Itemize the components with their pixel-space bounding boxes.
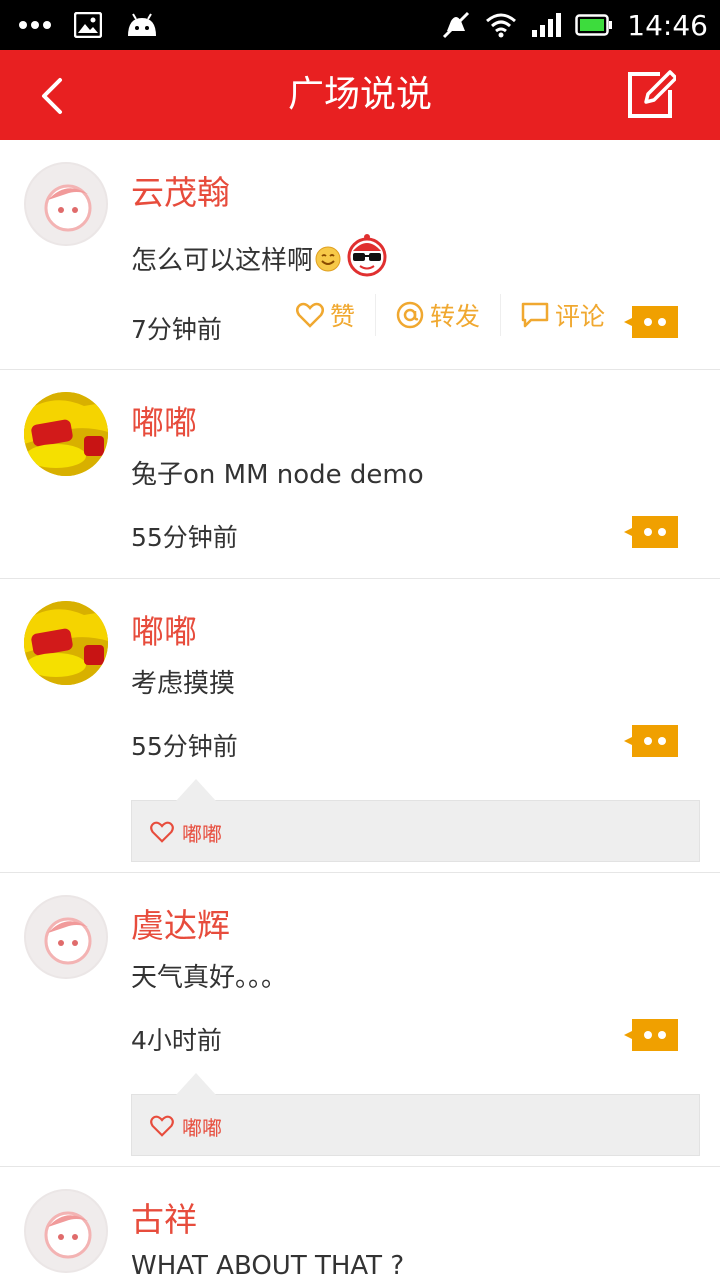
likes-pointer: [176, 779, 216, 801]
status-bar: 14:46: [0, 0, 720, 50]
avatar[interactable]: [24, 1189, 108, 1273]
post-text: 兔子on MM node demo: [131, 460, 424, 490]
smile-emoji-icon: [315, 246, 341, 271]
heart-icon: [150, 821, 174, 843]
feed-post: 虞达辉 天气真好。。。 4小时前 嘟嘟: [0, 873, 720, 1167]
default-avatar-icon: [44, 917, 92, 965]
post-time: 7分钟前: [131, 315, 222, 344]
post-text: 天气真好。。。: [131, 963, 288, 993]
more-notifications-icon: [19, 21, 51, 29]
post-actions: 赞 转发 评论: [276, 294, 625, 336]
feed-post: 古祥 WHAT ABOUT THAT ?: [0, 1167, 720, 1280]
app-header: 广场说说: [0, 50, 720, 140]
muted-icon: [443, 11, 470, 39]
more-options-button[interactable]: [624, 516, 678, 548]
post-time: 4小时前: [131, 1026, 222, 1055]
like-label: 赞: [330, 302, 356, 331]
comment-icon: [521, 302, 549, 328]
feed-post: 云茂翰 怎么可以这样啊 7分钟前 赞 转发 评论: [0, 140, 720, 370]
post-time: 55分钟前: [131, 732, 238, 761]
forward-label: 转发: [430, 302, 481, 331]
post-text: 怎么可以这样啊: [131, 246, 314, 276]
liker-name: 嘟嘟: [182, 821, 222, 846]
poster-name[interactable]: 虞达辉: [131, 899, 230, 947]
android-icon: [128, 13, 156, 36]
feed-list: 云茂翰 怎么可以这样啊 7分钟前 赞 转发 评论 嘟嘟 兔子on MM node…: [0, 140, 720, 1280]
feed-post: 嘟嘟 考虑摸摸 55分钟前 嘟嘟: [0, 579, 720, 873]
clock: 14:46: [627, 8, 708, 42]
likes-panel: 嘟嘟: [131, 1073, 700, 1157]
post-content: 怎么可以这样啊: [131, 233, 389, 277]
battery-icon: [575, 14, 613, 36]
avatar[interactable]: [24, 392, 108, 476]
poster-name[interactable]: 嘟嘟: [131, 396, 197, 444]
photo-avatar-icon: [24, 601, 108, 685]
avatar[interactable]: [24, 162, 108, 246]
avatar[interactable]: [24, 895, 108, 979]
signal-icon: [532, 13, 562, 37]
poster-name[interactable]: 古祥: [131, 1193, 197, 1241]
default-avatar-icon: [44, 184, 92, 232]
page-title: 广场说说: [287, 74, 432, 115]
poster-name[interactable]: 嘟嘟: [131, 605, 197, 653]
heart-icon: [296, 302, 324, 328]
more-options-button[interactable]: [624, 725, 678, 757]
feed-post: 嘟嘟 兔子on MM node demo 55分钟前: [0, 370, 720, 579]
default-avatar-icon: [44, 1211, 92, 1259]
liker-entry[interactable]: 嘟嘟: [150, 1095, 222, 1157]
forward-button[interactable]: 转发: [376, 294, 502, 336]
compose-button[interactable]: [624, 68, 676, 122]
post-text: WHAT ABOUT THAT ?: [131, 1251, 405, 1280]
post-time: 55分钟前: [131, 523, 238, 552]
post-text: 考虑摸摸: [131, 669, 236, 699]
avatar[interactable]: [24, 601, 108, 685]
poster-name[interactable]: 云茂翰: [131, 166, 230, 214]
wifi-icon: [486, 13, 517, 38]
likes-panel: 嘟嘟: [131, 779, 700, 863]
liker-entry[interactable]: 嘟嘟: [150, 801, 222, 863]
like-button[interactable]: 赞: [276, 294, 377, 336]
cool-sticker-icon: [347, 233, 387, 276]
liker-name: 嘟嘟: [182, 1115, 222, 1140]
photo-avatar-icon: [24, 392, 108, 476]
more-options-button[interactable]: [624, 306, 678, 338]
more-options-button[interactable]: [624, 1019, 678, 1051]
comment-label: 评论: [555, 302, 606, 331]
at-icon: [396, 301, 424, 329]
comment-button[interactable]: 评论: [501, 294, 625, 336]
heart-icon: [150, 1115, 174, 1137]
image-notification-icon: [74, 12, 102, 38]
likes-pointer: [176, 1073, 216, 1095]
